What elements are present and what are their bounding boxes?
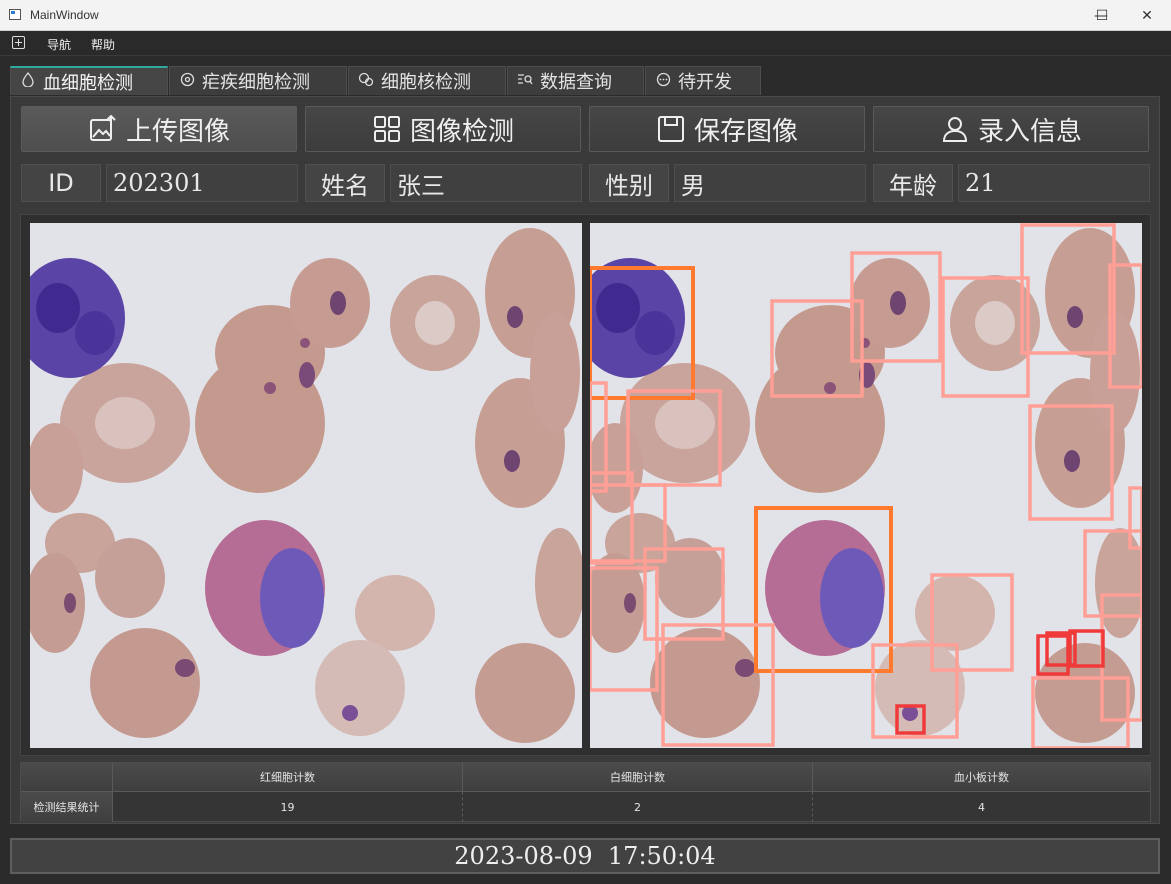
menu-help[interactable]: 帮助: [91, 36, 115, 53]
header-wbc-count: 白细胞计数: [463, 763, 813, 792]
close-button[interactable]: ✕: [1124, 0, 1170, 31]
menu-bar: 导航 帮助: [0, 31, 1171, 56]
enter-info-label: 录入信息: [977, 116, 1082, 147]
enter-info-button[interactable]: 录入信息: [873, 106, 1149, 152]
save-image-label: 保存图像: [693, 116, 798, 147]
table-corner: [21, 763, 113, 792]
maximize-button[interactable]: ☐: [1079, 0, 1125, 31]
header-platelet-count: 血小板计数: [813, 763, 1150, 792]
search-list-icon: [516, 73, 534, 90]
detection-result-image: [590, 223, 1142, 748]
tab-label: 待开发: [678, 72, 732, 93]
menu-navigation[interactable]: 导航: [47, 36, 71, 53]
grid-icon: [372, 114, 402, 144]
gender-label: 性别: [589, 164, 669, 202]
app-icon: [9, 9, 21, 20]
original-image: [30, 223, 582, 748]
save-image-button[interactable]: 保存图像: [589, 106, 865, 152]
upload-image-label: 上传图像: [125, 116, 230, 147]
app-menu-icon[interactable]: [12, 36, 25, 49]
tab-blood-cell-detection[interactable]: 血细胞检测: [10, 66, 168, 95]
age-label: 年龄: [873, 164, 953, 202]
tab-pending[interactable]: 待开发: [645, 66, 761, 95]
age-field[interactable]: 21: [958, 164, 1150, 202]
tab-data-query[interactable]: 数据查询: [507, 66, 644, 95]
blood-smear-original: [30, 223, 582, 748]
more-icon: [654, 72, 672, 91]
name-field[interactable]: 张三: [390, 164, 582, 202]
upload-image-button[interactable]: 上传图像: [21, 106, 297, 152]
tab-label: 细胞核检测: [381, 72, 471, 93]
platelet-count-value: 4: [978, 800, 985, 814]
datetime-display: 2023-08-09 17:50:04: [10, 838, 1160, 874]
wbc-count-value: 2: [463, 792, 813, 822]
detect-image-label: 图像检测: [409, 116, 514, 147]
cells-icon: [357, 72, 375, 91]
tab-label: 血细胞检测: [43, 72, 133, 94]
id-label: ID: [21, 164, 101, 202]
statistics-table: 红细胞计数 白细胞计数 血小板计数 检测结果统计 19 2 4: [20, 762, 1151, 822]
tab-malaria-detection[interactable]: 疟疾细胞检测: [169, 66, 347, 95]
target-icon: [178, 72, 196, 91]
tab-label: 数据查询: [540, 72, 612, 93]
tab-label: 疟疾细胞检测: [202, 72, 310, 93]
id-field[interactable]: 202301: [106, 164, 298, 202]
tab-nucleus-detection[interactable]: 细胞核检测: [348, 66, 506, 95]
gender-field[interactable]: 男: [674, 164, 866, 202]
window-title: MainWindow: [30, 8, 99, 22]
blood-smear-detected: [590, 223, 1142, 748]
droplet-icon: [19, 71, 37, 91]
user-icon: [940, 114, 970, 144]
name-label: 姓名: [305, 164, 385, 202]
header-rbc-count: 红细胞计数: [113, 763, 463, 792]
detect-image-button[interactable]: 图像检测: [305, 106, 581, 152]
row-header-results: 检测结果统计: [21, 792, 113, 822]
title-bar: MainWindow — ☐ ✕: [0, 0, 1171, 31]
image-upload-icon: [88, 114, 118, 144]
rbc-count-value: 19: [113, 792, 463, 822]
save-icon: [656, 114, 686, 144]
